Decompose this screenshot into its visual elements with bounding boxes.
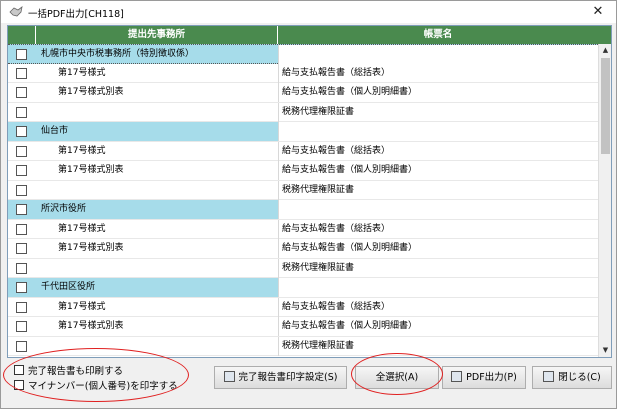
office-cell: 第17号様式 xyxy=(58,145,106,156)
print-my-number-checkbox[interactable] xyxy=(14,380,24,390)
row-checkbox[interactable] xyxy=(16,301,27,313)
form-name-cell: 税務代理権限証書 xyxy=(278,102,598,122)
form-name-cell: 給与支払報告書（個人別明細書） xyxy=(278,317,598,336)
row-checkbox[interactable] xyxy=(16,165,27,176)
group-row[interactable]: 札幌市中央市税事務所（特別徴収係） xyxy=(8,44,598,64)
pdf-output-button[interactable]: PDF出力(P) xyxy=(442,366,526,389)
table-row[interactable]: 第17号様式別表 給与支払報告書（個人別明細書） xyxy=(8,239,598,259)
office-cell: 第17号様式 xyxy=(58,67,106,78)
table-row[interactable]: 税務代理権限証書 xyxy=(8,336,598,356)
table-row[interactable]: 第17号様式別表 給与支払報告書（個人別明細書） xyxy=(8,161,598,181)
form-name-cell xyxy=(278,45,598,64)
scroll-up-icon[interactable]: ▲ xyxy=(599,44,611,57)
form-name-cell xyxy=(278,122,598,141)
table-row[interactable]: 第17号様式 給与支払報告書（総括表） xyxy=(8,63,598,83)
close-button[interactable]: 閉じる(C) xyxy=(532,366,612,389)
form-name-cell: 給与支払報告書（総括表） xyxy=(278,141,598,161)
row-checkbox[interactable] xyxy=(16,282,27,293)
vertical-scrollbar[interactable]: ▲ ▼ xyxy=(598,44,611,357)
form-name-cell: 給与支払報告書（総括表） xyxy=(278,63,598,83)
print-my-number-label: マイナンバー(個人番号)を印字する xyxy=(28,381,178,392)
completion-report-settings-label: 完了報告書印字設定(S) xyxy=(238,372,338,383)
bottom-panel: 完了報告書も印刷する マイナンバー(個人番号)を印字する 完了報告書印字設定(S… xyxy=(1,358,616,408)
table-row[interactable]: 税務代理権限証書 xyxy=(8,258,598,278)
row-checkbox[interactable] xyxy=(16,321,27,332)
row-checkbox[interactable] xyxy=(16,184,27,196)
form-name-cell: 税務代理権限証書 xyxy=(278,180,598,200)
pdf-output-label: PDF出力(P) xyxy=(466,372,517,383)
header-checkbox-column xyxy=(8,26,36,44)
grid-header: 提出先事務所 帳票名 xyxy=(8,26,611,44)
office-cell xyxy=(58,337,295,356)
table-row[interactable]: 第17号様式別表 給与支払報告書（個人別明細書） xyxy=(8,317,598,337)
title-bar: 一括PDF出力[CH118] ✕ xyxy=(1,1,616,23)
print-completion-report-option[interactable]: 完了報告書も印刷する xyxy=(14,363,123,377)
form-name-cell xyxy=(278,278,598,297)
row-checkbox[interactable] xyxy=(16,49,27,60)
row-checkbox[interactable] xyxy=(16,145,27,157)
form-name-cell: 給与支払報告書（総括表） xyxy=(278,219,598,239)
table-row[interactable]: 税務代理権限証書 xyxy=(8,180,598,200)
office-cell: 所沢市役所 xyxy=(41,204,87,214)
row-checkbox[interactable] xyxy=(16,106,27,118)
office-cell xyxy=(58,103,295,122)
scroll-down-icon[interactable]: ▼ xyxy=(599,344,611,357)
close-icon[interactable]: ✕ xyxy=(584,1,612,23)
row-checkbox[interactable] xyxy=(16,243,27,254)
row-checkbox[interactable] xyxy=(16,67,27,79)
table-row[interactable]: 第17号様式 給与支払報告書（総括表） xyxy=(8,219,598,239)
form-name-cell: 給与支払報告書（総括表） xyxy=(278,297,598,317)
app-icon xyxy=(9,6,23,17)
row-checkbox[interactable] xyxy=(16,126,27,137)
group-row[interactable]: 所沢市役所 xyxy=(8,200,598,220)
office-cell: 仙台市 xyxy=(41,126,69,136)
table-row[interactable]: 第17号様式 給与支払報告書（総括表） xyxy=(8,297,598,317)
table-row[interactable]: 税務代理権限証書 xyxy=(8,102,598,122)
row-checkbox[interactable] xyxy=(16,262,27,274)
completion-report-settings-button[interactable]: 完了報告書印字設定(S) xyxy=(214,366,347,389)
group-row[interactable]: 千代田区役所 xyxy=(8,278,598,298)
office-cell: 第17号様式 xyxy=(58,301,106,312)
header-form-name[interactable]: 帳票名 xyxy=(278,26,598,44)
window-title: 一括PDF出力[CH118] xyxy=(28,9,124,20)
office-cell xyxy=(58,259,295,278)
form-name-cell: 給与支払報告書（個人別明細書） xyxy=(278,83,598,102)
office-cell: 札幌市中央市税事務所（特別徴収係） xyxy=(41,49,195,59)
office-cell: 第17号様式別表 xyxy=(58,321,124,331)
select-all-button[interactable]: 全選択(A) xyxy=(355,366,439,389)
office-cell: 第17号様式 xyxy=(58,223,106,234)
table-row[interactable]: 第17号様式 給与支払報告書（総括表） xyxy=(8,141,598,161)
printer-settings-icon xyxy=(223,371,235,382)
pdf-output-dialog: 一括PDF出力[CH118] ✕ 提出先事務所 帳票名 札幌市中央市税事務所（特… xyxy=(0,0,617,409)
office-cell: 第17号様式別表 xyxy=(58,243,124,253)
row-checkbox[interactable] xyxy=(16,340,27,352)
row-checkbox[interactable] xyxy=(16,87,27,98)
form-name-cell: 給与支払報告書（個人別明細書） xyxy=(278,161,598,180)
select-all-label: 全選択(A) xyxy=(375,372,419,383)
print-my-number-option[interactable]: マイナンバー(個人番号)を印字する xyxy=(14,378,178,392)
form-name-cell xyxy=(278,200,598,219)
grid-rows: 札幌市中央市税事務所（特別徴収係） 第17号様式 給与支払報告書（総括表） 第17号様… xyxy=(8,44,598,356)
office-cell xyxy=(58,181,295,200)
print-completion-report-checkbox[interactable] xyxy=(14,365,24,375)
close-window-icon xyxy=(543,371,555,382)
printer-icon xyxy=(451,371,463,382)
group-row[interactable]: 仙台市 xyxy=(8,122,598,142)
header-office[interactable]: 提出先事務所 xyxy=(36,26,278,44)
print-completion-report-label: 完了報告書も印刷する xyxy=(28,366,124,377)
close-label: 閉じる(C) xyxy=(558,372,601,383)
table-row[interactable]: 第17号様式別表 給与支払報告書（個人別明細書） xyxy=(8,83,598,103)
office-cell: 第17号様式別表 xyxy=(58,87,124,97)
form-name-cell: 給与支払報告書（個人別明細書） xyxy=(278,239,598,258)
row-checkbox[interactable] xyxy=(16,223,27,235)
scroll-thumb[interactable] xyxy=(601,58,610,154)
form-name-cell: 税務代理権限証書 xyxy=(278,258,598,278)
form-name-cell: 税務代理権限証書 xyxy=(278,336,598,356)
office-cell: 千代田区役所 xyxy=(41,282,96,292)
report-grid: 提出先事務所 帳票名 札幌市中央市税事務所（特別徴収係） 第17号様式 給与支払報告… xyxy=(7,25,612,358)
office-cell: 第17号様式別表 xyxy=(58,165,124,175)
row-checkbox[interactable] xyxy=(16,204,27,215)
